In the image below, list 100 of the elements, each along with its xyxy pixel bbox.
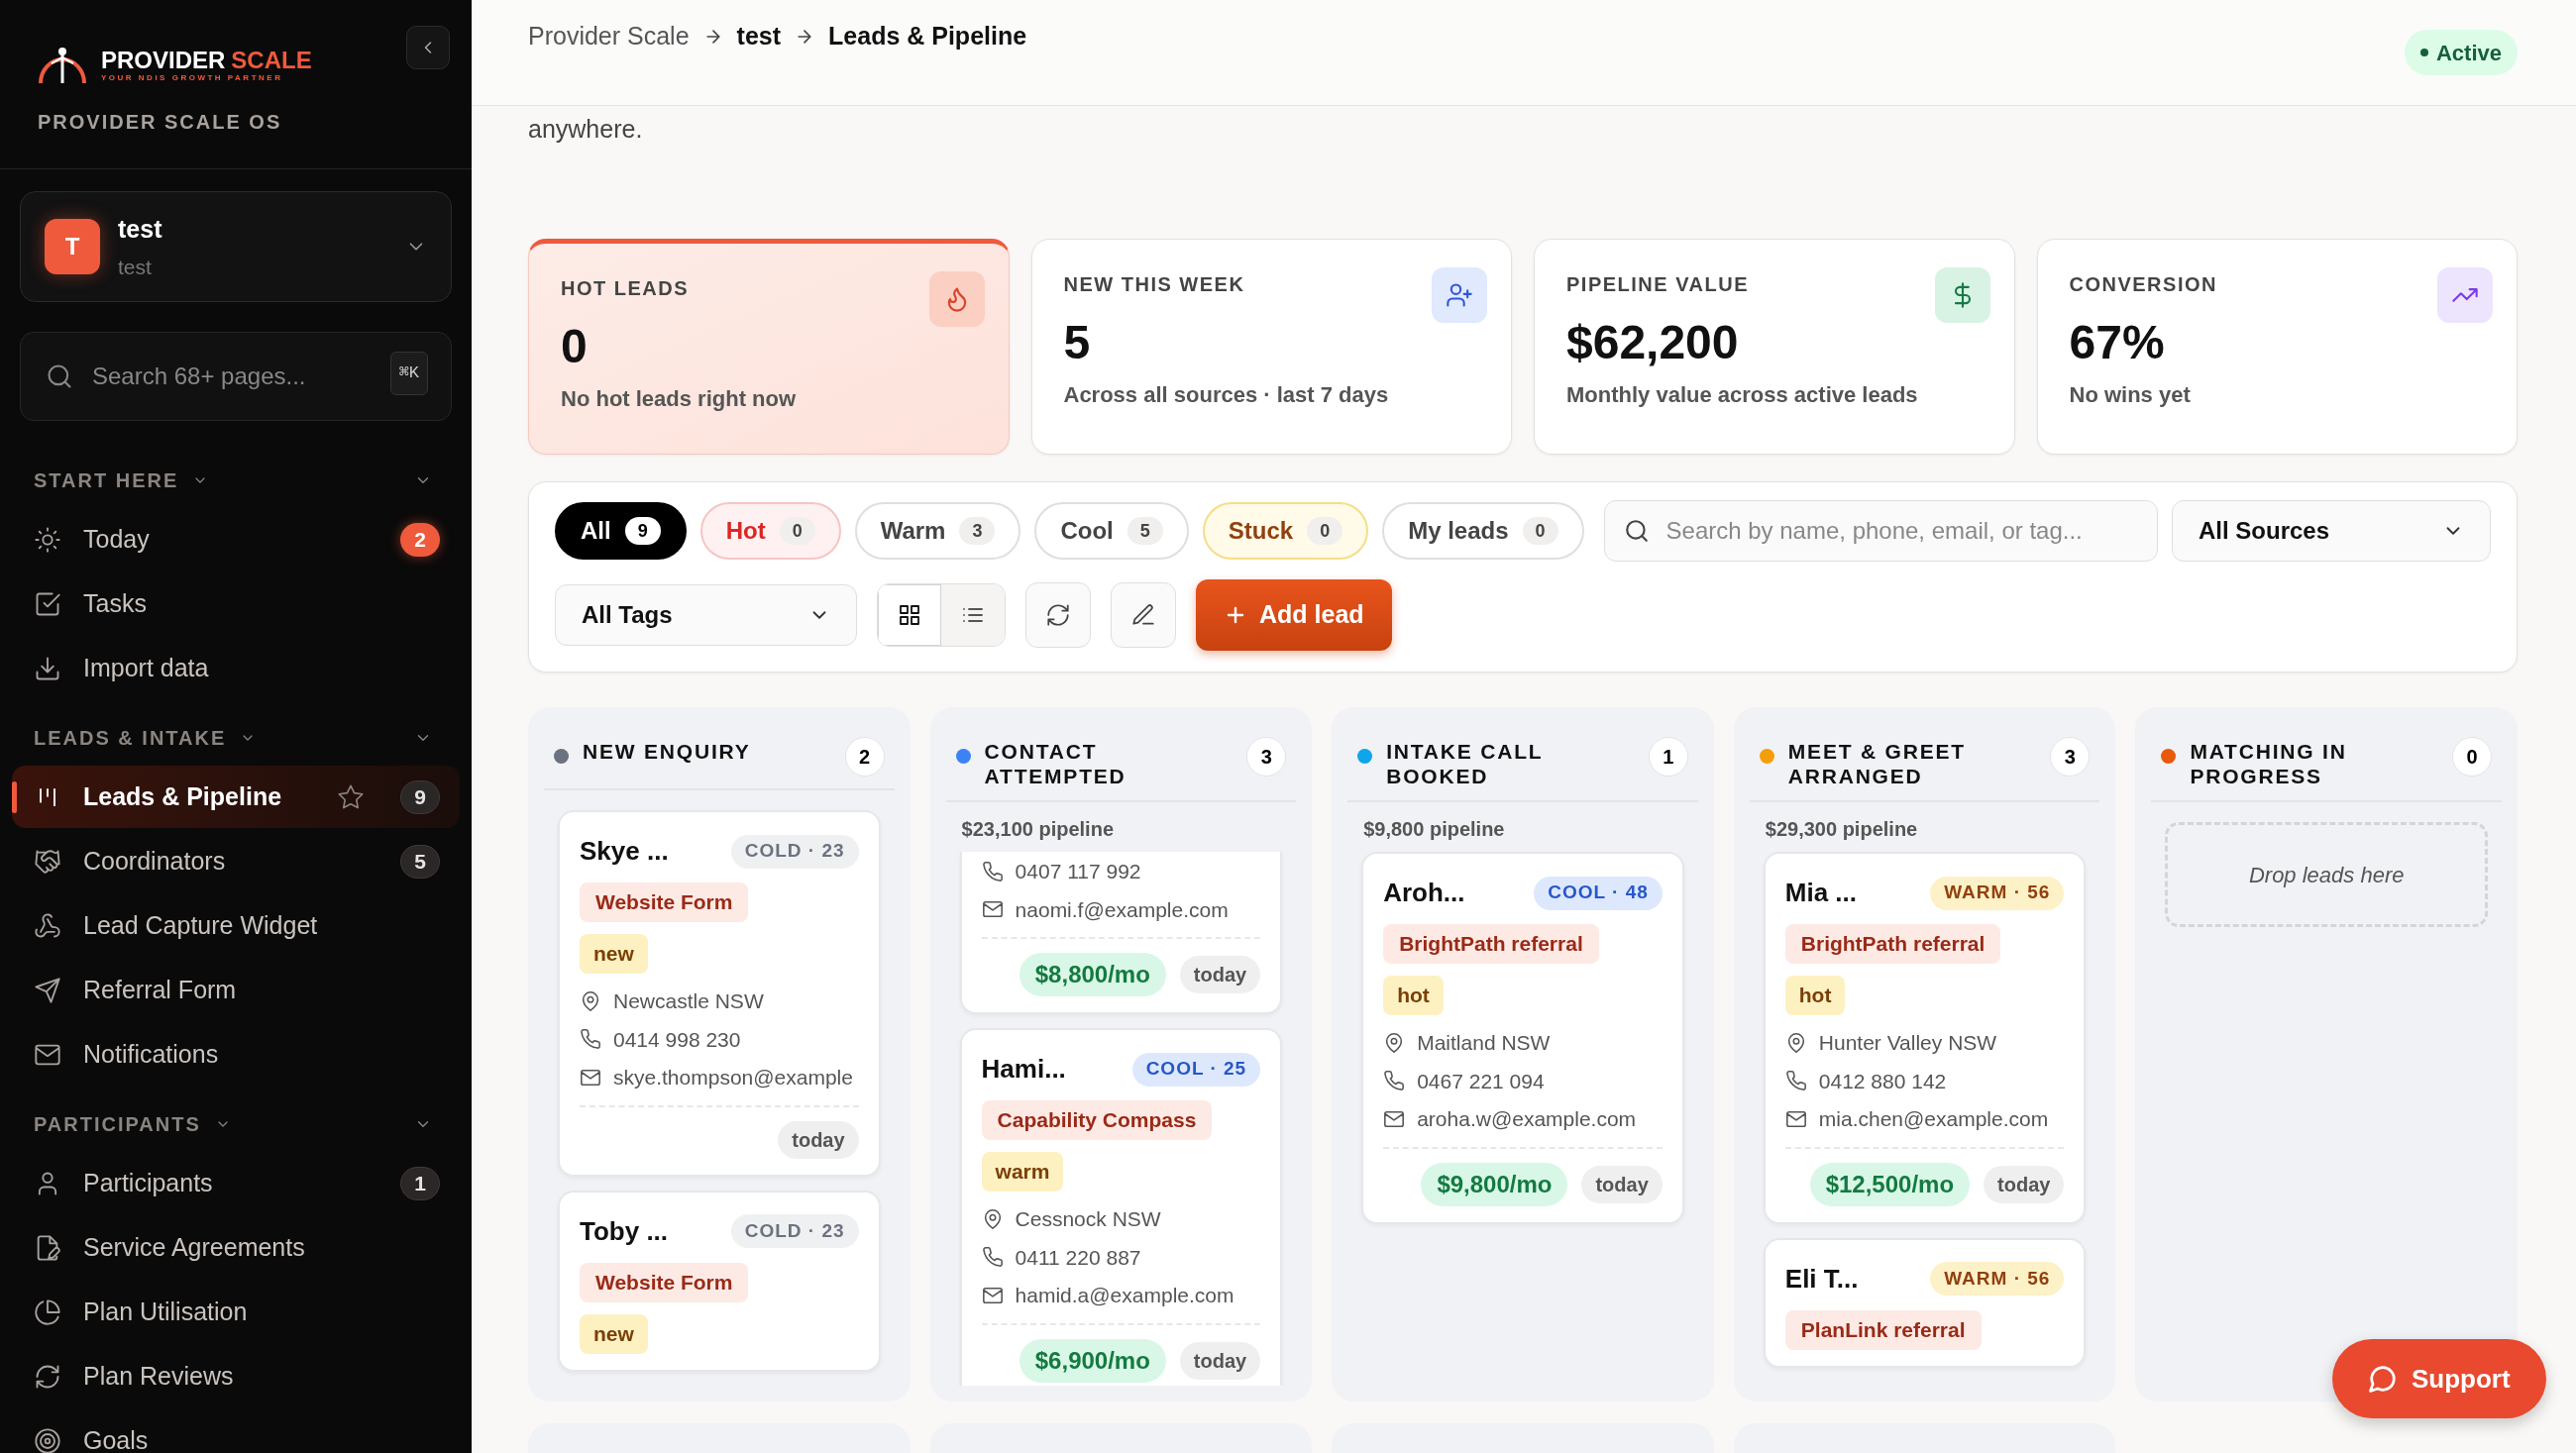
nav-label: Coordinators: [83, 845, 227, 877]
tag-dropdown[interactable]: All Tags: [555, 584, 857, 646]
section-heading: START HERE: [34, 468, 179, 493]
source-dropdown[interactable]: All Sources: [2172, 500, 2491, 562]
add-user-icon: [1446, 281, 1473, 309]
time-badge: today: [1581, 1165, 1663, 1203]
nav-label: Leads & Pipeline: [83, 780, 283, 812]
chat-bubble-icon: [2368, 1364, 2398, 1394]
lead-name: Toby ...: [580, 1214, 669, 1248]
filter-chip[interactable]: My leads 0: [1382, 502, 1584, 560]
phone-icon: [1784, 1070, 1807, 1092]
stat-value: $62,200: [1566, 315, 1740, 370]
breadcrumb-link[interactable]: Leads & Pipeline: [828, 18, 1027, 55]
stat-subtitle: Monthly value across active leads: [1566, 381, 1919, 409]
lead-phone: 0412 880 142: [1818, 1068, 1947, 1094]
add-lead-button[interactable]: Add lead: [1196, 579, 1392, 651]
count-badge: 3: [959, 517, 996, 545]
nav-item[interactable]: Import data: [12, 637, 460, 699]
lead-phone: 0411 220 887: [1015, 1244, 1141, 1271]
breadcrumb-link[interactable]: Provider Scale: [528, 18, 690, 55]
search-icon: [46, 363, 73, 390]
lead-phone: 0467 221 094: [1417, 1068, 1545, 1094]
grid-icon: [898, 603, 921, 627]
refresh-icon: [1045, 602, 1071, 628]
lead-name: Aroh...: [1383, 877, 1465, 909]
nav-item[interactable]: Tasks: [12, 572, 460, 635]
count-badge: 3: [1246, 737, 1287, 777]
source-tag: Capability Compass: [981, 1100, 1213, 1140]
score-badge: COLD · 23: [730, 834, 859, 869]
nav-label: Today: [83, 523, 151, 555]
nav-item[interactable]: Today 2: [12, 508, 460, 571]
nav-item[interactable]: Notifications: [12, 1023, 460, 1086]
time-badge: today: [1179, 1341, 1261, 1380]
workspace-name: test: [118, 213, 163, 245]
status-tag: hot: [1784, 976, 1846, 1015]
source-tag: BrightPath referral: [1383, 924, 1599, 964]
value-badge: $12,500/mo: [1809, 1162, 1971, 1206]
stat-subtitle: No wins yet: [2069, 381, 2192, 409]
workspace-subtitle: test: [118, 255, 153, 280]
filter-chip[interactable]: Cool 5: [1034, 502, 1189, 560]
lead-email: aroha.w@example.com: [1417, 1106, 1637, 1132]
sun-icon: [34, 525, 61, 554]
breadcrumb-link[interactable]: test: [736, 18, 782, 55]
search-icon: [1623, 518, 1650, 544]
workspace-switcher[interactable]: T test test: [20, 191, 452, 302]
refresh-button[interactable]: [1025, 582, 1091, 648]
stat-title: HOT LEADS: [561, 276, 690, 301]
count-badge: 1: [400, 1166, 440, 1200]
score-badge: COLD · 23: [730, 1214, 859, 1248]
brand-name-accent: SCALE: [231, 48, 312, 73]
nav-label: Participants: [83, 1167, 214, 1198]
phone-icon: [580, 1028, 601, 1051]
filter-chip[interactable]: Warm 3: [854, 502, 1021, 560]
phone-icon: [981, 1246, 1004, 1269]
nav-item[interactable]: Plan Utilisation: [12, 1281, 460, 1343]
filter-chip[interactable]: Stuck 0: [1202, 502, 1369, 560]
nav-item[interactable]: Plan Reviews: [12, 1345, 460, 1407]
paper-plane-icon: [34, 976, 61, 1004]
support-button[interactable]: Support: [2332, 1339, 2546, 1418]
nav-label: Import data: [83, 652, 210, 683]
status-badge: Active: [2404, 30, 2518, 75]
nav-item[interactable]: Coordinators 5: [12, 830, 460, 892]
time-badge: today: [1984, 1165, 2065, 1203]
source-tag: BrightPath referral: [1784, 924, 2001, 964]
section-heading: PARTICIPANTS: [34, 1112, 201, 1137]
lead-email: mia.chen@example.com: [1818, 1106, 2049, 1132]
lead-location: Maitland NSW: [1417, 1030, 1551, 1056]
nav-item[interactable]: Participants 1: [12, 1152, 460, 1214]
filter-chip[interactable]: Hot 0: [699, 502, 841, 560]
stat-subtitle: Across all sources · last 7 days: [1063, 381, 1390, 409]
lead-email: naomi.f@example.com: [1015, 896, 1229, 923]
stat-value: 5: [1063, 315, 1092, 370]
score-badge: COOL · 48: [1534, 876, 1663, 910]
nav-item[interactable]: Referral Form: [12, 959, 460, 1021]
value-badge: $9,800/mo: [1421, 1162, 1568, 1206]
source-tag: PlanLink referral: [1784, 1309, 1982, 1350]
nav-item[interactable]: Leads & Pipeline 9: [12, 766, 460, 828]
count-badge: 5: [1127, 517, 1163, 545]
count-badge: 0: [779, 517, 815, 545]
count-badge: 1: [1648, 737, 1688, 777]
webhook-icon: [34, 911, 61, 940]
nav-item[interactable]: Goals: [12, 1409, 460, 1453]
app-label: PROVIDER SCALE OS: [0, 85, 472, 169]
stat-value: 0: [561, 319, 589, 374]
score-badge: WARM · 56: [1930, 876, 2065, 910]
edit-button[interactable]: [1111, 582, 1176, 648]
nav-label: Plan Utilisation: [83, 1296, 249, 1327]
lead-location: Newcastle NSW: [613, 988, 764, 1014]
brand-tagline: YOUR NDIS GROWTH PARTNER: [101, 73, 284, 83]
count-badge: 0: [2452, 737, 2492, 777]
grid-view-button[interactable]: [878, 584, 941, 646]
lead-phone: 0414 998 230: [613, 1026, 741, 1053]
shortcut-key: ⌘K: [389, 352, 428, 395]
lead-location: Hunter Valley NSW: [1818, 1030, 1997, 1056]
location-pin-icon: [580, 989, 601, 1012]
value-badge: $8,800/mo: [1019, 953, 1166, 996]
filter-chip[interactable]: All 9: [555, 502, 687, 560]
nav-item[interactable]: Lead Capture Widget: [12, 894, 460, 957]
workspace-avatar: T: [45, 219, 100, 274]
nav-item[interactable]: Service Agreements: [12, 1216, 460, 1279]
